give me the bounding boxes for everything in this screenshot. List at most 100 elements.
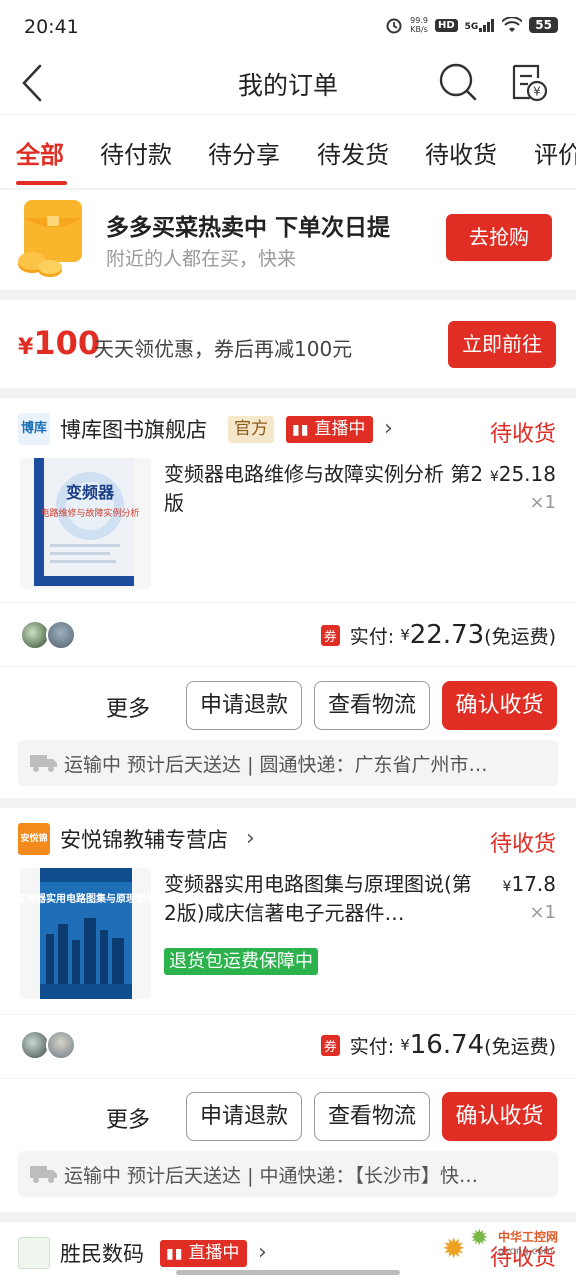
signal-icon: 5G bbox=[465, 18, 496, 32]
active-tab-indicator bbox=[16, 181, 67, 185]
hd-badge: HD bbox=[434, 18, 458, 32]
avatar bbox=[46, 1030, 76, 1060]
chevron-right-icon: › bbox=[384, 416, 393, 441]
svg-text:变频器: 变频器 bbox=[66, 483, 115, 502]
book-cover-image: 变频器实用电路图集与原理图说 bbox=[20, 868, 151, 999]
order-status: 待收货 bbox=[489, 832, 556, 857]
coupon-badge: 券 bbox=[320, 1034, 340, 1056]
store-header[interactable]: 安悦锦 安悦锦教辅专营店 › bbox=[18, 820, 558, 856]
order-card[interactable]: 博库 博库图书旗舰店 官方 ▮▮ 直播中 › 待收货 变频器 电路维修与故障实例分… bbox=[0, 398, 576, 798]
gear-icon: ✹ bbox=[442, 1232, 466, 1265]
product-title[interactable]: 变频器实用电路图集与原理图说(第2版)咸庆信著电子元器件… bbox=[164, 870, 480, 928]
paid-amount: 16.74 bbox=[409, 1030, 485, 1060]
more-button[interactable]: 更多 bbox=[106, 691, 150, 723]
refund-button[interactable]: 申请退款 bbox=[186, 1092, 302, 1141]
store-logo: 博库 bbox=[18, 413, 50, 445]
red-envelope-icon bbox=[18, 200, 82, 277]
paid-amount: 22.73 bbox=[409, 620, 485, 650]
grab-button[interactable]: 去抢购 bbox=[446, 214, 552, 261]
official-badge: 官方 bbox=[228, 416, 274, 443]
paid-label: 实付: bbox=[349, 625, 395, 648]
chevron-right-icon: › bbox=[246, 826, 255, 851]
coupon-amount: ¥100 bbox=[18, 324, 101, 362]
paid-summary: 券 实付: ¥ 16.74 (免运费) bbox=[320, 1030, 556, 1060]
tab-to-pay[interactable]: 待付款 bbox=[100, 135, 172, 170]
tab-to-share[interactable]: 待分享 bbox=[208, 135, 280, 170]
svg-text:变频器实用电路图集与原理图说: 变频器实用电路图集与原理图说 bbox=[20, 892, 151, 905]
product-thumbnail[interactable]: 变频器实用电路图集与原理图说 bbox=[20, 868, 151, 999]
coupon-badge: 券 bbox=[320, 624, 340, 646]
wifi-icon bbox=[502, 17, 523, 32]
shipping-info[interactable]: 运输中 预计后天送达 | 中通快递：【长沙市】快… bbox=[18, 1151, 558, 1197]
logistics-button[interactable]: 查看物流 bbox=[314, 1092, 430, 1141]
divider bbox=[0, 1078, 576, 1079]
page-title: 我的订单 bbox=[237, 71, 338, 100]
refund-button[interactable]: 申请退款 bbox=[186, 681, 302, 730]
shipping-info[interactable]: 运输中 预计后天送达 | 圆通快递：广东省广州市… bbox=[18, 740, 558, 786]
shipping-fee: (免运费) bbox=[484, 625, 556, 648]
divider bbox=[0, 602, 576, 603]
bill-icon[interactable]: ¥ bbox=[506, 60, 550, 104]
product-thumbnail[interactable]: 变频器 电路维修与故障实例分析 bbox=[20, 458, 151, 589]
search-icon[interactable] bbox=[436, 60, 480, 104]
coupon-description: 天天领优惠，券后再减100元 bbox=[94, 337, 353, 361]
live-bars-icon: ▮▮ bbox=[292, 422, 310, 438]
gear-icon: ✹ bbox=[470, 1226, 489, 1251]
svg-text:¥: ¥ bbox=[533, 85, 541, 99]
buyer-avatars bbox=[20, 620, 80, 652]
tab-to-ship[interactable]: 待发货 bbox=[317, 135, 389, 170]
battery-icon: 55 bbox=[529, 17, 558, 33]
status-bar: 20:41 99.9 KB/s HD 5G 55 bbox=[0, 0, 576, 56]
watermark-logo: ✹ ✹ 中华工控网 gkong.com bbox=[442, 1226, 559, 1265]
book-cover-image: 变频器 电路维修与故障实例分析 bbox=[34, 458, 140, 586]
product-quantity: ×1 bbox=[529, 492, 556, 513]
coupon-banner[interactable]: ¥100 天天领优惠，券后再减100元 立即前往 bbox=[0, 300, 576, 388]
store-logo bbox=[18, 1237, 50, 1269]
truck-icon bbox=[30, 755, 57, 772]
shipping-text: 运输中 预计后天送达 | 圆通快递：广东省广州市… bbox=[64, 754, 488, 776]
paid-label: 实付: bbox=[349, 1035, 395, 1058]
store-logo: 安悦锦 bbox=[18, 823, 50, 855]
return-shipping-guarantee-badge: 退货包运费保障中 bbox=[164, 948, 318, 975]
alarm-icon bbox=[386, 18, 402, 34]
product-price: ¥25.18 bbox=[489, 462, 556, 486]
buyer-avatars bbox=[20, 1030, 80, 1062]
tab-to-receive[interactable]: 待收货 bbox=[425, 135, 497, 170]
truck-icon bbox=[30, 1166, 57, 1183]
avatar bbox=[46, 620, 76, 650]
tab-review[interactable]: 评价 bbox=[534, 135, 576, 170]
nav-bar: 我的订单 ¥ bbox=[0, 56, 576, 114]
store-name[interactable]: 博库图书旗舰店 bbox=[60, 414, 207, 444]
svg-text:电路维修与故障实例分析: 电路维修与故障实例分析 bbox=[40, 507, 139, 519]
paid-summary: 券 实付: ¥ 22.73 (免运费) bbox=[320, 620, 556, 650]
go-now-button[interactable]: 立即前往 bbox=[448, 321, 556, 368]
live-badge[interactable]: ▮▮ 直播中 bbox=[160, 1240, 248, 1267]
promo-subtitle: 附近的人都在买，快来 bbox=[106, 248, 297, 270]
promo-headline: 多多买菜热卖中 下单次日提 bbox=[106, 215, 391, 241]
order-status: 待收货 bbox=[489, 422, 556, 447]
product-price: ¥17.8 bbox=[502, 872, 556, 896]
status-time: 20:41 bbox=[24, 16, 79, 38]
store-header[interactable]: 博库 博库图书旗舰店 官方 ▮▮ 直播中 › bbox=[18, 410, 558, 446]
logistics-button[interactable]: 查看物流 bbox=[314, 681, 430, 730]
more-button[interactable]: 更多 bbox=[106, 1102, 150, 1134]
confirm-receipt-button[interactable]: 确认收货 bbox=[442, 1092, 557, 1141]
product-title[interactable]: 变频器电路维修与故障实例分析 第2版 bbox=[164, 460, 484, 518]
store-name[interactable]: 胜民数码 bbox=[60, 1238, 144, 1268]
chevron-right-icon: › bbox=[258, 1240, 267, 1265]
product-quantity: ×1 bbox=[529, 902, 556, 923]
shipping-text: 运输中 预计后天送达 | 中通快递：【长沙市】快… bbox=[64, 1165, 479, 1187]
tab-all[interactable]: 全部 bbox=[16, 135, 64, 170]
confirm-receipt-button[interactable]: 确认收货 bbox=[442, 681, 557, 730]
live-bars-icon: ▮▮ bbox=[166, 1246, 184, 1262]
order-card[interactable]: 安悦锦 安悦锦教辅专营店 › 待收货 变频器实用电路图集与原理图说 变频器实用电… bbox=[0, 808, 576, 1212]
store-name[interactable]: 安悦锦教辅专营店 bbox=[60, 824, 228, 854]
order-tabs: 全部 待付款 待分享 待发货 待收货 评价 bbox=[0, 114, 576, 188]
net-speed: 99.9 KB/s bbox=[410, 16, 428, 34]
divider bbox=[0, 666, 576, 667]
status-icons: 99.9 KB/s HD 5G 55 bbox=[385, 16, 558, 34]
promo-banner[interactable]: 多多买菜热卖中 下单次日提 附近的人都在买，快来 去抢购 bbox=[0, 190, 576, 290]
home-indicator[interactable] bbox=[176, 1270, 400, 1275]
divider bbox=[0, 1014, 576, 1015]
live-badge[interactable]: ▮▮ 直播中 bbox=[286, 416, 374, 443]
